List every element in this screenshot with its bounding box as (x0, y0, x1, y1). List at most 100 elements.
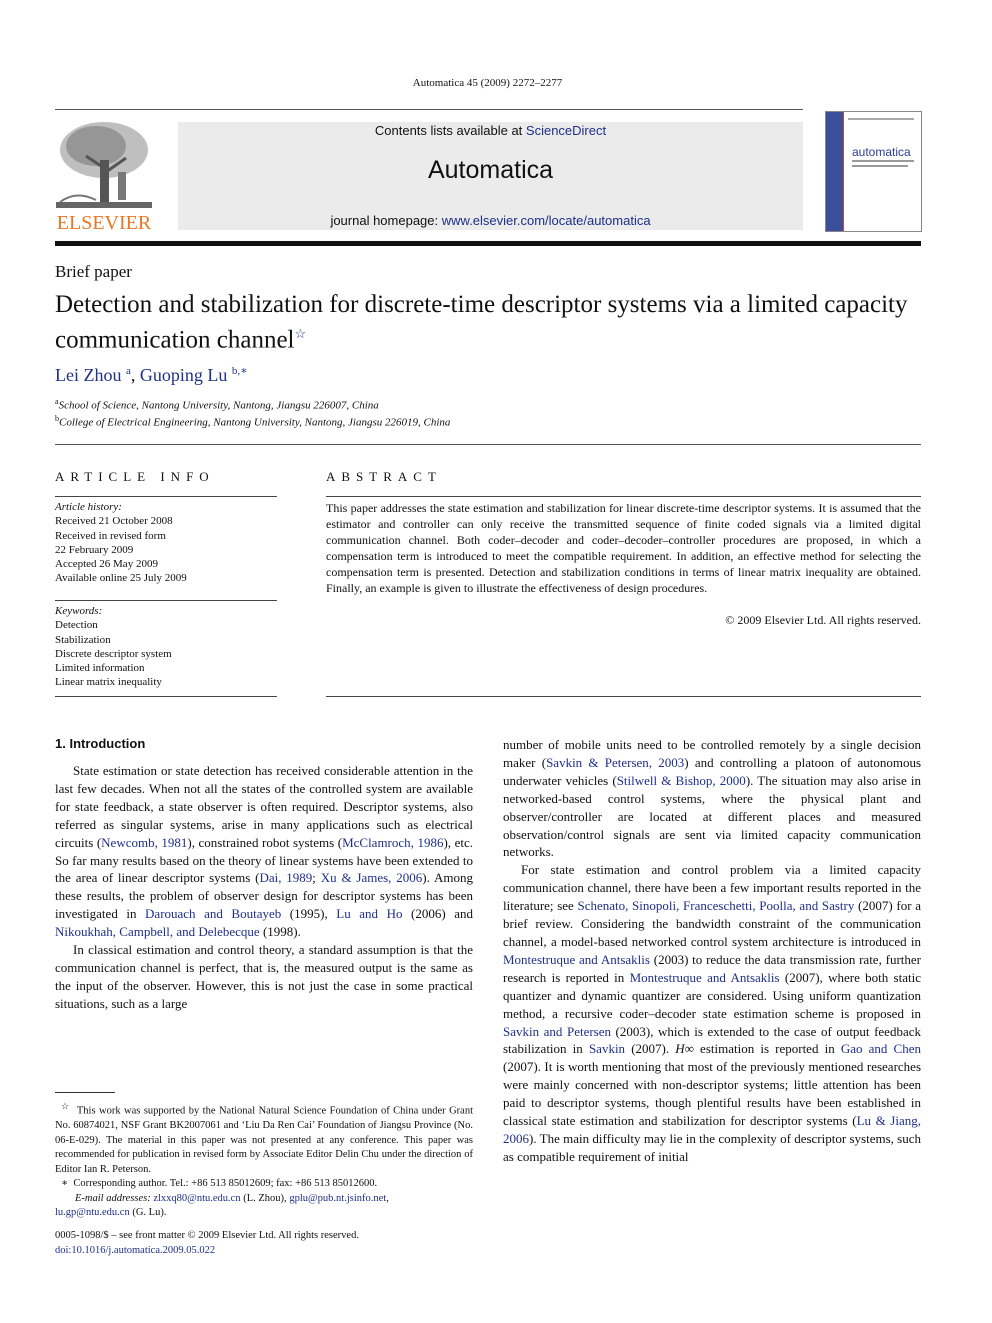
abstract-rule (326, 696, 921, 697)
keyword: Stabilization (55, 633, 111, 646)
homepage-prefix: journal homepage: (330, 213, 442, 228)
affiliation-text: College of Electrical Engineering, Nanto… (59, 416, 451, 429)
citation-link[interactable]: Darouach and Boutayeb (145, 906, 281, 921)
text: (G. Lu). (129, 1207, 167, 1218)
author-affil-mark[interactable]: b,∗ (232, 365, 248, 377)
doi-link[interactable]: doi:10.1016/j.automatica.2009.05.022 (55, 1245, 215, 1256)
affiliation: bCollege of Electrical Engineering, Nant… (55, 414, 450, 429)
text: estimation is reported in (693, 1041, 841, 1057)
citation-link[interactable]: Gao and Chen (841, 1041, 921, 1056)
citation-link[interactable]: Dai, 1989 (259, 870, 312, 885)
text: , (386, 1192, 389, 1204)
email-link[interactable]: lu.gp@ntu.edu.cn (55, 1207, 130, 1218)
article-info-heading: ARTICLE INFO (55, 469, 215, 484)
abstract-heading: ABSTRACT (326, 469, 442, 484)
email-footnote: E-mail addresses: zlxxq80@ntu.edu.cn (L.… (55, 1192, 473, 1221)
history-item: Available online 25 July 2009 (55, 572, 187, 585)
front-matter: 0005-1098/$ – see front matter © 2009 El… (55, 1228, 359, 1258)
citation-link[interactable]: Lu and Ho (336, 906, 402, 921)
article-info-rule (55, 496, 277, 497)
footnote-asterisk-icon: ∗ (61, 1178, 69, 1189)
citation-link[interactable]: Stilwell & Bishop, 2000 (617, 773, 746, 788)
cover-subtitle-line (852, 165, 908, 167)
article-info-rule (55, 696, 277, 697)
paragraph: In classical estimation and control theo… (55, 942, 473, 1011)
keyword: Limited information (55, 662, 145, 675)
author-name[interactable]: Lei Zhou (55, 365, 121, 385)
body-column-right: number of mobile units need to be contro… (503, 736, 921, 1166)
history-item: Accepted 26 May 2009 (55, 558, 158, 571)
journal-homepage-link[interactable]: www.elsevier.com/locate/automatica (442, 213, 651, 228)
email-link[interactable]: gplu@pub.nt.jsinfo.net (289, 1193, 386, 1204)
article-info-rule (55, 600, 277, 601)
paragraph: For state estimation and control problem… (503, 861, 921, 1165)
corresponding-footnote: ∗ Corresponding author. Tel.: +86 513 85… (55, 1177, 473, 1192)
article-type: Brief paper (55, 262, 132, 281)
author-name[interactable]: Guoping Lu (140, 365, 228, 385)
homepage-line: journal homepage: www.elsevier.com/locat… (178, 213, 803, 228)
elsevier-logo[interactable]: ELSEVIER (54, 120, 154, 236)
footnote-star-icon: ☆ (61, 1101, 70, 1111)
affiliation-text: School of Science, Nantong University, N… (58, 399, 379, 412)
citation-link[interactable]: Savkin & Petersen, 2003 (546, 755, 684, 770)
math-h-infinity: H∞ (675, 1041, 694, 1057)
affiliation: aSchool of Science, Nantong University, … (55, 397, 379, 412)
footnote-text: This work was supported by the National … (55, 1105, 473, 1175)
citation-link[interactable]: Savkin (589, 1041, 625, 1056)
funding-footnote: ☆ This work was supported by the Nationa… (55, 1099, 473, 1177)
history-item: Received in revised form (55, 529, 166, 542)
issn-line: 0005-1098/$ – see front matter © 2009 El… (55, 1230, 359, 1241)
journal-title: Automatica (427, 156, 554, 184)
contents-line: Contents lists available at ScienceDirec… (178, 123, 803, 138)
paragraph: State estimation or state detection has … (55, 762, 473, 941)
article-history: Article history: Received 21 October 200… (55, 500, 277, 586)
title-footnote-star-icon[interactable]: ☆ (295, 326, 307, 341)
text: (L. Zhou), (240, 1192, 290, 1204)
abstract-rule (326, 496, 921, 497)
journal-banner: Contents lists available at ScienceDirec… (178, 122, 803, 230)
section-heading-introduction: 1. Introduction (55, 736, 146, 751)
keyword: Discrete descriptor system (55, 647, 172, 660)
keywords-label: Keywords: (55, 605, 103, 617)
abstract-copyright: © 2009 Elsevier Ltd. All rights reserved… (725, 613, 921, 627)
author-separator: , (130, 365, 140, 385)
cover-strip-line (843, 112, 844, 231)
paper-title-text: Detection and stabilization for discrete… (55, 291, 908, 354)
cover-header-line (848, 118, 914, 120)
text: ), constrained robot systems ( (187, 834, 343, 850)
footnotes: ☆ This work was supported by the Nationa… (55, 1099, 473, 1221)
citation-link[interactable]: McClamroch, 1986 (342, 835, 443, 850)
sciencedirect-link[interactable]: ScienceDirect (526, 123, 606, 138)
author-list: Lei Zhou a, Guoping Lu b,∗ (55, 364, 248, 386)
abstract-text: This paper addresses the state estimatio… (326, 501, 921, 595)
citation-link[interactable]: Nikoukhah, Campbell, and Delebecque (55, 924, 260, 939)
body-column-left: State estimation or state detection has … (55, 752, 473, 1013)
footnote-rule (55, 1092, 115, 1093)
email-link[interactable]: zlxxq80@ntu.edu.cn (153, 1193, 240, 1204)
citation-link[interactable]: Xu & James, 2006 (321, 870, 423, 885)
cover-strip (826, 112, 843, 231)
keyword: Linear matrix inequality (55, 676, 162, 689)
header-thick-rule (55, 241, 921, 246)
journal-cover-thumbnail[interactable]: automatica (825, 111, 922, 232)
citation-link[interactable]: Montestruque and Antsaklis (503, 952, 650, 967)
history-label: Article history: (55, 501, 122, 513)
elsevier-tree-icon (56, 122, 152, 208)
paper-title: Detection and stabilization for discrete… (55, 290, 925, 354)
history-item: 22 February 2009 (55, 543, 134, 556)
elsevier-wordmark: ELSEVIER (56, 212, 152, 234)
history-item: Received 21 October 2008 (55, 515, 173, 528)
citation-link[interactable]: Montestruque and Antsaklis (630, 970, 780, 985)
cover-title: automatica (852, 145, 911, 159)
footnote-text: Corresponding author. Tel.: +86 513 8501… (73, 1178, 378, 1189)
cover-subtitle-line (852, 160, 914, 162)
text: (1998). (259, 924, 301, 940)
citation-link[interactable]: Savkin and Petersen (503, 1024, 611, 1039)
header-rule (55, 109, 803, 110)
citation-link[interactable]: Schenato, Sinopoli, Franceschetti, Pooll… (577, 898, 854, 913)
keyword: Detection (55, 619, 98, 632)
paragraph-continued: number of mobile units need to be contro… (503, 736, 921, 861)
contents-prefix: Contents lists available at (374, 123, 526, 138)
email-label: E-mail addresses: (75, 1192, 151, 1204)
citation-link[interactable]: Newcomb, 1981 (101, 835, 187, 850)
